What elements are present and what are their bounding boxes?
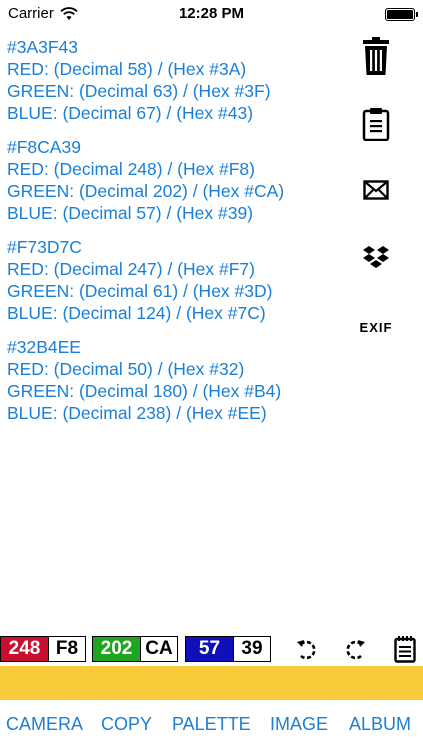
notepad-button[interactable] xyxy=(390,635,420,663)
color-hex: #F8CA39 xyxy=(7,137,81,157)
green-decimal: 202 xyxy=(93,637,140,661)
nav-album[interactable]: ALBUM xyxy=(349,714,411,735)
color-green-value: GREEN: (Decimal 63) / (Hex #3F) xyxy=(7,81,271,101)
rotate-right-button[interactable] xyxy=(340,635,370,663)
blue-swatch: 57 39 xyxy=(185,636,271,662)
color-red-value: RED: (Decimal 248) / (Hex #F8) xyxy=(7,159,255,179)
status-time: 12:28 PM xyxy=(178,5,245,22)
blue-decimal: 57 xyxy=(186,637,233,661)
green-hex: CA xyxy=(140,637,177,661)
rotate-left-button[interactable] xyxy=(292,635,322,663)
exif-button[interactable]: EXIF xyxy=(350,312,402,342)
rotate-right-icon xyxy=(346,640,365,660)
color-list: #3A3F43 RED: (Decimal 58) / (Hex #3A) GR… xyxy=(7,36,347,436)
mail-icon xyxy=(363,180,389,200)
color-entry[interactable]: #F8CA39 RED: (Decimal 248) / (Hex #F8) G… xyxy=(7,136,347,224)
bottom-nav: CAMERA COPY PALETTE IMAGE ALBUM xyxy=(0,700,423,750)
nav-palette[interactable]: PALETTE xyxy=(172,714,251,735)
color-blue-value: BLUE: (Decimal 67) / (Hex #43) xyxy=(7,103,254,123)
nav-image[interactable]: IMAGE xyxy=(270,714,328,735)
color-green-value: GREEN: (Decimal 180) / (Hex #B4) xyxy=(7,381,282,401)
status-bar: Carrier 12:28 PM xyxy=(0,0,423,30)
trash-icon xyxy=(363,37,389,75)
battery-icon xyxy=(385,8,418,21)
copy-clipboard-button[interactable] xyxy=(350,104,402,144)
exif-label: EXIF xyxy=(359,319,393,335)
red-swatch: 248 F8 xyxy=(0,636,86,662)
selected-color-preview xyxy=(0,666,423,700)
color-green-value: GREEN: (Decimal 61) / (Hex #3D) xyxy=(7,281,273,301)
nav-camera[interactable]: CAMERA xyxy=(6,714,83,735)
email-button[interactable] xyxy=(350,172,402,208)
color-blue-value: BLUE: (Decimal 238) / (Hex #EE) xyxy=(7,403,267,423)
swatch-bar: 248 F8 202 CA 57 39 xyxy=(0,634,423,664)
color-hex: #F73D7C xyxy=(7,237,82,257)
color-red-value: RED: (Decimal 247) / (Hex #F7) xyxy=(7,259,255,279)
rotate-left-icon xyxy=(297,640,316,660)
clipboard-icon xyxy=(362,108,390,141)
color-entry[interactable]: #3A3F43 RED: (Decimal 58) / (Hex #3A) GR… xyxy=(7,36,347,124)
notepad-icon xyxy=(394,635,416,663)
delete-button[interactable] xyxy=(350,36,402,76)
color-green-value: GREEN: (Decimal 202) / (Hex #CA) xyxy=(7,181,285,201)
color-hex: #32B4EE xyxy=(7,337,81,357)
blue-hex: 39 xyxy=(233,637,270,661)
color-entry[interactable]: #32B4EE RED: (Decimal 50) / (Hex #32) GR… xyxy=(7,336,347,424)
color-entry[interactable]: #F73D7C RED: (Decimal 247) / (Hex #F7) G… xyxy=(7,236,347,324)
color-red-value: RED: (Decimal 58) / (Hex #3A) xyxy=(7,59,247,79)
green-swatch: 202 CA xyxy=(92,636,178,662)
red-decimal: 248 xyxy=(1,637,48,661)
dropbox-button[interactable] xyxy=(350,240,402,276)
dropbox-icon xyxy=(363,246,389,268)
color-hex: #3A3F43 xyxy=(7,37,79,57)
nav-copy[interactable]: COPY xyxy=(101,714,152,735)
color-blue-value: BLUE: (Decimal 124) / (Hex #7C) xyxy=(7,303,266,323)
red-hex: F8 xyxy=(48,637,85,661)
color-red-value: RED: (Decimal 50) / (Hex #32) xyxy=(7,359,245,379)
color-blue-value: BLUE: (Decimal 57) / (Hex #39) xyxy=(7,203,254,223)
